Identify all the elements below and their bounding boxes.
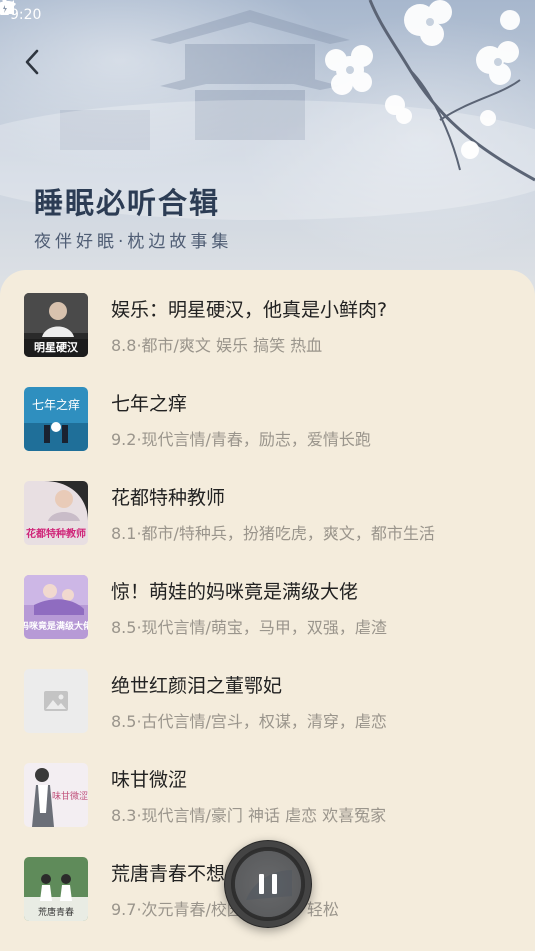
list-item[interactable]: 明星硬汉 娱乐：明星硬汉，他真是小鲜肉? 8.8·都市/爽文 娱乐 搞笑 热血	[0, 286, 535, 380]
image-placeholder-icon	[24, 669, 88, 733]
cover-image: 妈咪竟是满级大佬	[24, 575, 88, 639]
cover-text: 妈咪竟是满级大佬	[24, 620, 88, 632]
book-title: 绝世红颜泪之董鄂妃	[111, 675, 283, 697]
cover-text: 荒唐青春	[38, 906, 74, 918]
book-title: 荒唐青春不想	[111, 863, 226, 885]
list-item[interactable]: 味甘微涩 味甘微涩 8.3·现代言情/豪门 神话 虐恋 欢喜冤家	[0, 756, 535, 850]
book-cover: 荒唐青春	[24, 857, 88, 921]
list-item[interactable]: 花都特种教师 花都特种教师 8.1·都市/特种兵，扮猪吃虎，爽文，都市生活	[0, 474, 535, 568]
battery-icon	[0, 0, 9, 15]
book-title: 七年之痒	[111, 393, 188, 415]
book-title: 花都特种教师	[111, 487, 226, 509]
cover-image: 味甘微涩	[24, 763, 88, 827]
book-meta: 8.1·都市/特种兵，扮猪吃虎，爽文，都市生活	[111, 524, 435, 543]
banner-illustration	[0, 0, 535, 220]
cover-image: 花都特种教师	[24, 481, 88, 545]
book-cover: 七年之痒	[24, 387, 88, 451]
mini-player-button[interactable]	[224, 840, 312, 928]
cover-text: 花都特种教师	[26, 527, 86, 540]
cover-image: 荒唐青春	[24, 857, 88, 921]
cover-image: 明星硬汉	[24, 293, 88, 357]
book-meta: 8.8·都市/爽文 娱乐 搞笑 热血	[111, 336, 323, 355]
chevron-left-icon	[25, 49, 39, 75]
book-title: 味甘微涩	[111, 769, 188, 791]
book-meta: 9.2·现代言情/青春，励志，爱情长跑	[111, 430, 371, 449]
book-meta: 8.5·现代言情/萌宝，马甲，双强，虐渣	[111, 618, 387, 637]
book-cover: 明星硬汉	[24, 293, 88, 357]
book-title: 惊！萌娃的妈咪竟是满级大佬	[111, 581, 359, 603]
list-item[interactable]: 七年之痒 七年之痒 9.2·现代言情/青春，励志，爱情长跑	[0, 380, 535, 474]
book-meta: 8.3·现代言情/豪门 神话 虐恋 欢喜冤家	[111, 806, 387, 825]
cover-text: 七年之痒	[32, 397, 80, 412]
book-cover: 花都特种教师	[24, 481, 88, 545]
list-item[interactable]: 绝世红颜泪之董鄂妃 8.5·古代言情/宫斗，权谋，清穿，虐恋	[0, 662, 535, 756]
cover-text: 味甘微涩	[52, 790, 88, 802]
cover-text: 明星硬汉	[34, 340, 79, 354]
list-item[interactable]: 妈咪竟是满级大佬 惊！萌娃的妈咪竟是满级大佬 8.5·现代言情/萌宝，马甲，双强…	[0, 568, 535, 662]
book-title: 娱乐：明星硬汉，他真是小鲜肉?	[111, 299, 388, 321]
back-button[interactable]	[22, 48, 58, 84]
book-cover	[24, 669, 88, 733]
page-title: 睡眠必听合辑	[34, 186, 221, 220]
status-bar: 9:20	[0, 0, 535, 30]
book-cover: 妈咪竟是满级大佬	[24, 575, 88, 639]
book-meta: 8.5·古代言情/宫斗，权谋，清穿，虐恋	[111, 712, 387, 731]
header-banner: 9:20 睡眠必听合辑 夜伴好眠·枕边故事集	[0, 0, 535, 300]
cover-image: 七年之痒	[24, 387, 88, 451]
book-cover: 味甘微涩	[24, 763, 88, 827]
page-subtitle: 夜伴好眠·枕边故事集	[34, 232, 233, 252]
pause-icon	[259, 874, 277, 894]
